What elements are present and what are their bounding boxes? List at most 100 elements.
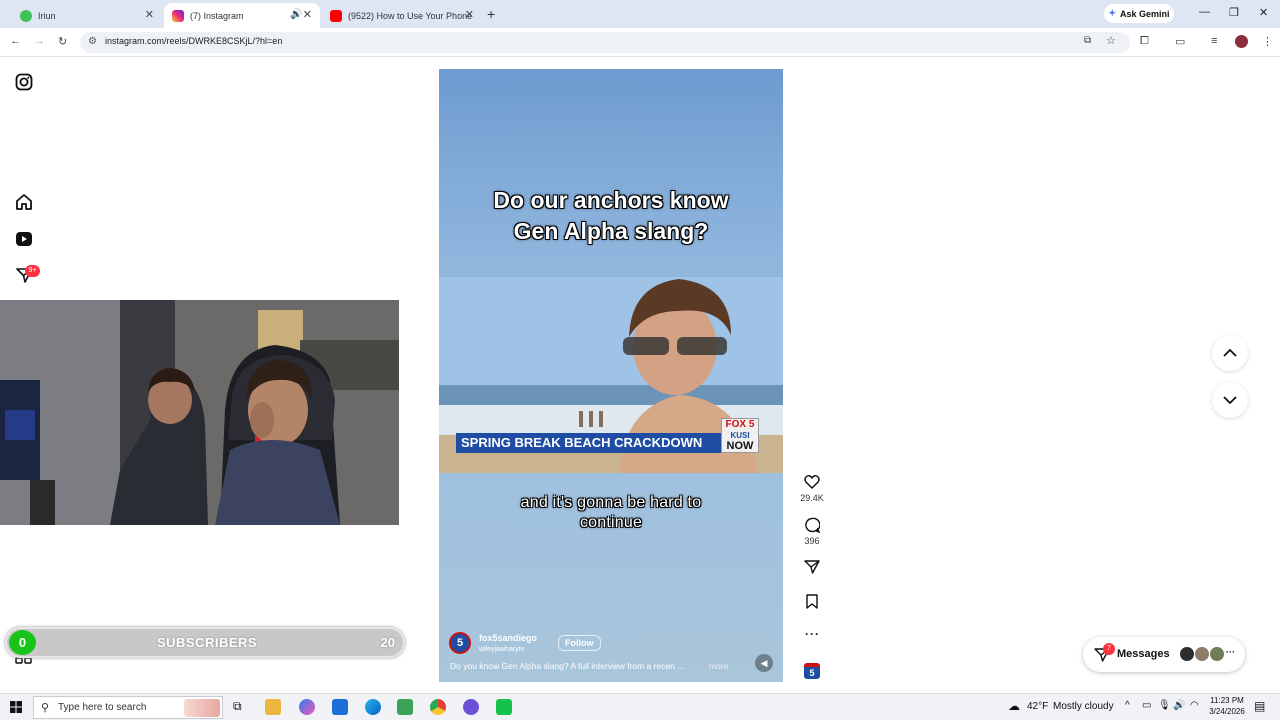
chevron-down-icon	[1223, 396, 1237, 405]
store-icon[interactable]	[397, 699, 413, 715]
tab-instagram[interactable]: (7) Instagram 🔊 ✕	[164, 3, 320, 28]
windows-taskbar: ⚲ Type here to search ⧉ ☁ 42°F Mostly cl…	[0, 693, 1280, 720]
extensions-icon[interactable]: ⧠	[1140, 35, 1149, 48]
more-menu-icon[interactable]	[15, 657, 33, 671]
volume-icon[interactable]: 🔊	[1173, 700, 1185, 711]
tab-search-icon[interactable]: ▭	[1175, 35, 1185, 48]
like-icon[interactable]	[804, 474, 820, 489]
clock-time[interactable]: 11:23 PM	[1205, 696, 1249, 705]
search-icon: ⚲	[41, 702, 50, 714]
edge-icon[interactable]	[365, 699, 381, 715]
address-bar[interactable]: ⚙ instagram.com/reels/DWRKE8CSKjL/?hl=en…	[80, 32, 1130, 53]
taskbar-search-box[interactable]: ⚲ Type here to search	[33, 696, 223, 719]
messages-badge: 7	[1103, 643, 1115, 655]
bookmark-star-icon[interactable]: ☆	[1106, 34, 1116, 47]
iriun-favicon-icon	[20, 9, 32, 22]
share-icon[interactable]	[804, 559, 820, 574]
reload-icon[interactable]: ↻	[58, 35, 67, 48]
install-app-icon[interactable]: ⧉	[1084, 35, 1091, 46]
clock-date[interactable]: 3/24/2026	[1205, 707, 1249, 716]
subs-label: SUBSCRIBERS	[156, 635, 258, 650]
windows-start-icon[interactable]	[10, 701, 22, 713]
instagram-favicon-icon	[172, 9, 184, 22]
instagram-logo-icon[interactable]	[15, 73, 33, 91]
messages-button[interactable]: 7 Messages ···	[1083, 637, 1245, 672]
forward-icon[interactable]: →	[34, 35, 45, 47]
weather-temp[interactable]: 42°F	[1027, 701, 1048, 712]
fox5-news-logo: FOX 5 KUSI NOW	[721, 418, 759, 453]
more-contacts-icon: ···	[1226, 647, 1235, 657]
mute-toggle-icon[interactable]: ◀	[755, 654, 773, 672]
gemini-sparkle-icon: ✦	[1108, 8, 1116, 18]
notifications-icon[interactable]: ▤	[1254, 699, 1265, 713]
audio-credit[interactable]: wileyjawharytv	[479, 646, 524, 653]
speaker-icon[interactable]: 🔊	[290, 9, 302, 20]
tab-title: (7) Instagram	[190, 10, 244, 21]
tab-close-icon[interactable]: ✕	[465, 8, 474, 21]
site-info-icon[interactable]: ⚙	[88, 36, 97, 47]
tab-close-icon[interactable]: ✕	[145, 8, 154, 21]
mail-icon[interactable]	[332, 699, 348, 715]
task-view-icon[interactable]: ⧉	[233, 699, 242, 714]
messages-label: Messages	[1117, 648, 1170, 660]
chrome-icon[interactable]	[430, 699, 446, 715]
microphone-icon[interactable]: 🎙	[1158, 700, 1171, 711]
tab-close-icon[interactable]: ✕	[303, 8, 312, 21]
url-text: instagram.com/reels/DWRKE8CSKjL/?hl=en	[105, 36, 283, 46]
save-bookmark-icon[interactable]	[806, 594, 818, 609]
browser-tab-strip: Iriun ✕ (7) Instagram 🔊 ✕ (9522) How to …	[0, 0, 1280, 28]
more-options-icon[interactable]: ···	[805, 627, 820, 641]
next-reel-button[interactable]	[1212, 382, 1248, 418]
tab-title: Iriun	[38, 10, 56, 21]
profile-avatar[interactable]	[1235, 35, 1248, 48]
ask-gemini-label: Ask Gemini	[1120, 8, 1170, 19]
window-close-icon[interactable]: ✕	[1259, 6, 1268, 19]
tab-iriun[interactable]: Iriun ✕	[12, 3, 162, 28]
search-placeholder: Type here to search	[58, 702, 147, 713]
discord-icon[interactable]	[463, 699, 479, 715]
previous-reel-button[interactable]	[1212, 335, 1248, 371]
comment-icon[interactable]	[804, 517, 820, 533]
news-logo-now: NOW	[726, 440, 754, 452]
reel-description: Do you know Gen Alpha slang? A full inte…	[450, 661, 685, 671]
notification-badge: 9+	[25, 265, 40, 277]
tab-youtube[interactable]: (9522) How to Use Your Phone ✕	[322, 3, 482, 28]
copilot-icon[interactable]	[299, 699, 315, 715]
tray-chevron-icon[interactable]: ^	[1125, 700, 1130, 711]
reel-video[interactable]: Do our anchors know Gen Alpha slang? SPR…	[439, 69, 783, 682]
network-icon[interactable]: ◠	[1190, 700, 1199, 711]
follow-button[interactable]: Follow	[558, 635, 601, 651]
more-link[interactable]: more	[709, 661, 728, 671]
youtube-favicon-icon	[330, 9, 342, 22]
weather-icon: ☁	[1008, 699, 1020, 713]
ask-gemini-button[interactable]: ✦ Ask Gemini	[1104, 4, 1174, 23]
account-avatar[interactable]: 5	[449, 632, 471, 654]
subscriber-counter-overlay: 0 SUBSCRIBERS 20	[5, 627, 405, 658]
iriun-app-icon[interactable]	[496, 699, 512, 715]
account-name[interactable]: fox5sandiego	[479, 633, 537, 643]
reels-icon[interactable]	[15, 230, 33, 248]
webcam-overlay	[0, 300, 399, 525]
new-tab-button[interactable]: +	[487, 6, 495, 22]
news-logo-text: FOX 5	[725, 419, 755, 430]
chevron-up-icon	[1223, 348, 1237, 357]
reel-title-text: Do our anchors know Gen Alpha slang?	[439, 185, 783, 247]
restore-icon[interactable]: ❐	[1229, 6, 1239, 19]
subtitle-line: and it's gonna be hard to	[520, 494, 702, 511]
audio-thumbnail-icon[interactable]: 5	[804, 663, 820, 679]
file-explorer-icon[interactable]	[265, 699, 281, 715]
back-icon[interactable]: ←	[10, 35, 21, 47]
reel-subtitle: and it's gonna be hard to continue	[439, 493, 783, 533]
home-icon[interactable]	[15, 193, 33, 211]
tab-title: (9522) How to Use Your Phone	[348, 10, 473, 21]
weather-text[interactable]: Mostly cloudy	[1053, 701, 1114, 712]
reading-list-icon[interactable]: ≡	[1211, 35, 1217, 47]
comment-count: 396	[804, 536, 820, 546]
menu-kebab-icon[interactable]: ⋮	[1262, 35, 1273, 48]
tray-app-icon[interactable]: ▭	[1142, 700, 1151, 711]
subtitle-line: continue	[579, 514, 643, 531]
search-highlight-icon	[184, 699, 220, 717]
contact-avatar	[1179, 646, 1195, 662]
minimize-icon[interactable]: —	[1199, 6, 1210, 18]
webcam-feed-image	[0, 300, 399, 525]
